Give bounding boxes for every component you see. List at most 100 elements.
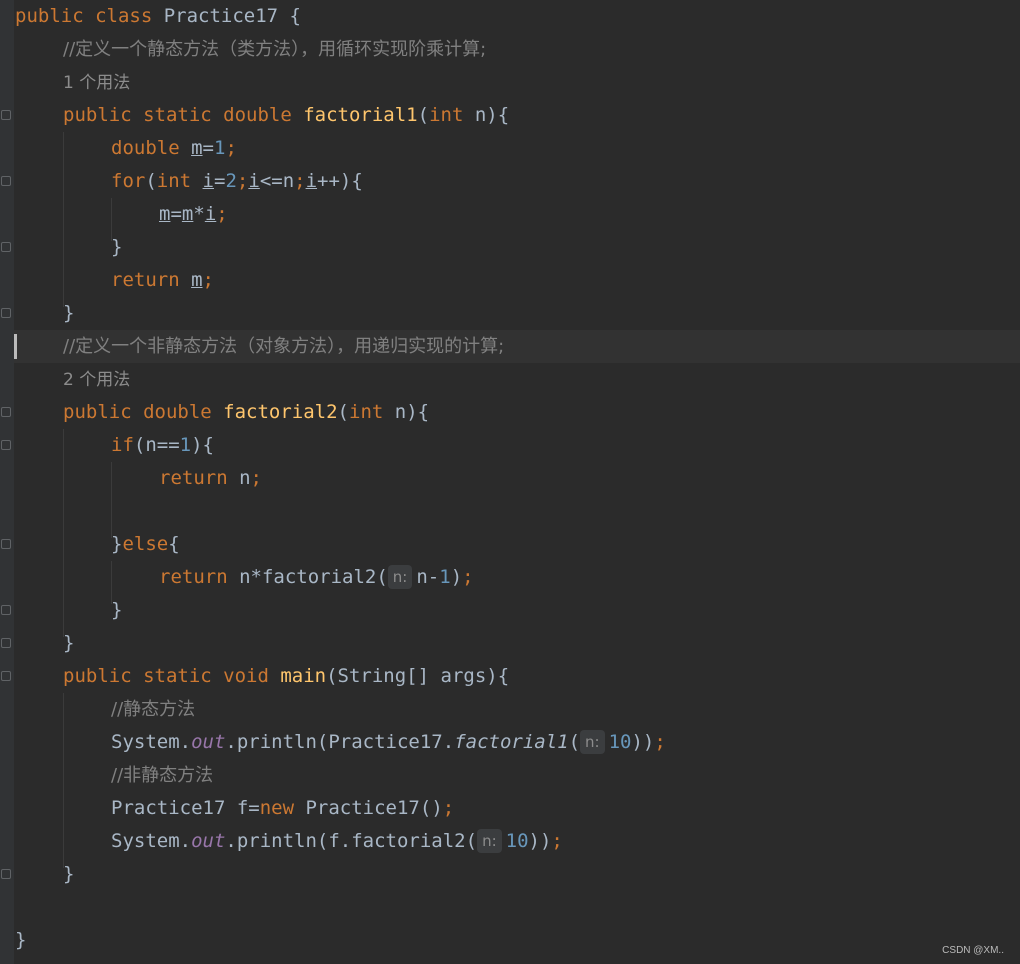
code-token: return	[159, 467, 240, 489]
watermark: CSDN @XM..	[942, 945, 1004, 956]
code-line[interactable]: }	[14, 627, 1020, 660]
code-token: n	[239, 467, 251, 489]
code-text: public static double factorial1(int n){	[63, 99, 509, 132]
code-line[interactable]: }	[14, 858, 1020, 891]
code-token: ;	[202, 269, 214, 291]
code-text: for(int i=2;i<=n;i++){	[111, 165, 363, 198]
code-line[interactable]: public double factorial2(int n){	[14, 396, 1020, 429]
fold-marker-icon[interactable]	[1, 869, 11, 879]
indent-guide	[111, 462, 112, 538]
code-line[interactable]: //静态方法	[14, 693, 1020, 726]
code-line[interactable]: if(n==1){	[14, 429, 1020, 462]
code-token: Practice17 {	[163, 5, 301, 27]
code-line[interactable]: //非静态方法	[14, 759, 1020, 792]
code-token: }	[111, 599, 123, 621]
code-token: public static void	[63, 665, 281, 687]
code-line[interactable]: return m;	[14, 264, 1020, 297]
code-line[interactable]: m=m*i;	[14, 198, 1020, 231]
code-line[interactable]: return n;	[14, 462, 1020, 495]
code-line[interactable]: public static void main(String[] args){	[14, 660, 1020, 693]
fold-marker-icon[interactable]	[1, 539, 11, 549]
code-text: double m=1;	[111, 132, 237, 165]
code-token: (String[] args){	[326, 665, 510, 687]
code-token: //静态方法	[111, 699, 196, 720]
code-text: return n*factorial2(n: n-1);	[159, 561, 474, 594]
code-token: if	[111, 434, 134, 456]
code-line[interactable]: }	[14, 231, 1020, 264]
fold-marker-icon[interactable]	[1, 638, 11, 648]
code-token: for	[111, 170, 146, 192]
code-line[interactable]: //定义一个静态方法（类方法），用循环实现阶乘计算;	[14, 33, 1020, 66]
code-line[interactable]: System.out.println(Practice17.factorial1…	[14, 726, 1020, 759]
code-token: (	[568, 731, 581, 753]
code-token: public static double	[63, 104, 304, 126]
code-line[interactable]	[14, 495, 1020, 528]
code-token: 2 个用法	[63, 370, 131, 390]
code-token: 1	[213, 137, 226, 159]
code-text: Practice17 f=new Practice17();	[111, 792, 454, 825]
code-line[interactable]: public class Practice17 {	[14, 0, 1020, 33]
code-text: m=m*i;	[159, 198, 228, 231]
code-token: public double	[63, 401, 224, 423]
fold-marker-icon[interactable]	[1, 407, 11, 417]
code-token: else	[122, 533, 169, 555]
code-line[interactable]	[14, 891, 1020, 924]
fold-marker-icon[interactable]	[1, 440, 11, 450]
code-token: }	[63, 863, 75, 885]
fold-marker-icon[interactable]	[1, 242, 11, 252]
code-token: System.	[111, 731, 192, 753]
code-line[interactable]: }	[14, 594, 1020, 627]
code-line[interactable]: }else{	[14, 528, 1020, 561]
code-token: }	[111, 533, 123, 555]
code-token: double	[111, 137, 192, 159]
code-token: =	[170, 203, 182, 225]
fold-marker-icon[interactable]	[1, 605, 11, 615]
code-token: m	[181, 203, 194, 225]
code-text: }	[111, 231, 122, 264]
code-token: *	[193, 203, 205, 225]
code-token: ;	[551, 830, 563, 852]
code-line[interactable]: for(int i=2;i<=n;i++){	[14, 165, 1020, 198]
code-token: {	[168, 533, 180, 555]
code-text: return m;	[111, 264, 214, 297]
code-line[interactable]: Practice17 f=new Practice17();	[14, 792, 1020, 825]
fold-marker-icon[interactable]	[1, 308, 11, 318]
code-text: public static void main(String[] args){	[63, 660, 509, 693]
code-token: (	[417, 104, 430, 126]
parameter-hint: n:	[387, 565, 413, 589]
code-token: main	[280, 665, 327, 687]
code-text: public double factorial2(int n){	[63, 396, 429, 429]
code-line[interactable]: //定义一个非静态方法（对象方法），用递归实现的计算;	[14, 330, 1020, 363]
code-text: if(n==1){	[111, 429, 214, 462]
code-line[interactable]: 1 个用法	[14, 66, 1020, 99]
code-token: i	[248, 170, 260, 192]
code-token: <=n	[259, 170, 295, 192]
code-editor[interactable]: public class Practice17 {//定义一个静态方法（类方法）…	[14, 0, 1020, 964]
code-line[interactable]: }	[14, 924, 1020, 957]
code-text: }	[63, 297, 74, 330]
indent-guide	[63, 693, 64, 868]
code-text: System.out.println(Practice17.factorial1…	[111, 726, 666, 759]
fold-marker-icon[interactable]	[1, 176, 11, 186]
fold-marker-icon[interactable]	[1, 110, 11, 120]
code-token: }	[63, 632, 75, 654]
code-text: System.out.println(f.factorial2(n: 10));	[111, 825, 563, 858]
code-token: int	[156, 170, 203, 192]
indent-guide	[111, 198, 112, 241]
code-token: ;	[654, 731, 666, 753]
code-line[interactable]: System.out.println(f.factorial2(n: 10));	[14, 825, 1020, 858]
code-line[interactable]: }	[14, 297, 1020, 330]
code-token: ){	[191, 434, 214, 456]
fold-marker-icon[interactable]	[1, 671, 11, 681]
code-token: )	[450, 566, 463, 588]
code-line[interactable]: double m=1;	[14, 132, 1020, 165]
code-token: ;	[294, 170, 306, 192]
code-token: 10	[608, 731, 632, 753]
parameter-hint: n:	[580, 730, 605, 754]
code-token: =	[214, 170, 226, 192]
code-line[interactable]: public static double factorial1(int n){	[14, 99, 1020, 132]
code-token: out	[191, 731, 226, 753]
code-token: }	[63, 302, 75, 324]
code-line[interactable]: 2 个用法	[14, 363, 1020, 396]
code-line[interactable]: return n*factorial2(n: n-1);	[14, 561, 1020, 594]
